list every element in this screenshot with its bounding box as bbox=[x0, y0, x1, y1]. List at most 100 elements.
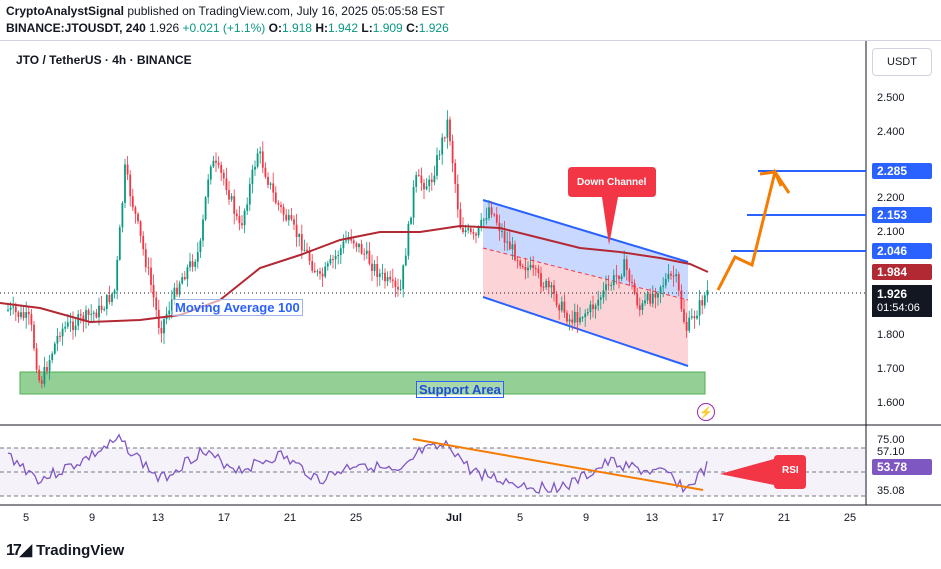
candle-body bbox=[9, 307, 12, 310]
rsi-tick: 35.08 bbox=[877, 485, 905, 497]
candle-body bbox=[293, 219, 295, 225]
x-tick: 25 bbox=[349, 512, 363, 524]
candle-body bbox=[352, 240, 355, 244]
ma-label[interactable]: Moving Average 100 bbox=[172, 299, 303, 316]
symbol-title[interactable]: JTO / TetherUS · 4h · BINANCE bbox=[16, 53, 192, 67]
candle-body bbox=[690, 316, 693, 318]
price-tag-ma[interactable]: 1.984 bbox=[872, 264, 932, 280]
down-channel-label: Down Channel bbox=[577, 177, 647, 188]
candle-body bbox=[469, 228, 472, 233]
candle-body bbox=[274, 192, 277, 203]
candle-body bbox=[64, 326, 67, 329]
candle-body bbox=[467, 228, 470, 231]
currency-button[interactable]: USDT bbox=[872, 48, 932, 76]
candle-body bbox=[404, 255, 407, 266]
candle-body bbox=[537, 268, 540, 274]
candle-body bbox=[586, 312, 589, 314]
candle-body bbox=[105, 295, 108, 310]
candle-body bbox=[124, 164, 126, 203]
rsi-value-tag[interactable]: 53.78 bbox=[872, 459, 932, 475]
lightning-icon[interactable]: ⚡ bbox=[697, 403, 715, 421]
candle-body bbox=[657, 293, 659, 298]
candle-body bbox=[269, 183, 272, 185]
candle-body bbox=[464, 230, 467, 233]
support-area-box[interactable] bbox=[19, 371, 706, 395]
candle-body bbox=[334, 256, 337, 260]
y-tick: 2.400 bbox=[877, 126, 905, 138]
low-label: L: bbox=[361, 21, 373, 35]
candle-body bbox=[441, 137, 444, 155]
candle-body bbox=[412, 186, 415, 218]
candle-body bbox=[514, 244, 516, 261]
candle-body bbox=[389, 276, 392, 280]
candle-body bbox=[137, 213, 139, 222]
price-tag-target-1[interactable]: 2.046 bbox=[872, 243, 932, 259]
candle-body bbox=[501, 230, 503, 232]
candle-body bbox=[129, 174, 132, 197]
candle-body bbox=[272, 183, 275, 193]
publish-info: published on TradingView.com, July 16, 2… bbox=[127, 4, 445, 18]
candle-body bbox=[131, 196, 134, 208]
high-label: H: bbox=[315, 21, 328, 35]
candle-body bbox=[563, 301, 566, 313]
candle-body bbox=[43, 367, 46, 384]
candle-body bbox=[397, 286, 399, 290]
y-tick: 1.800 bbox=[877, 329, 905, 341]
candle-body bbox=[545, 280, 548, 288]
candle-body bbox=[12, 306, 15, 308]
candle-body bbox=[394, 280, 397, 287]
price-tag-target-3[interactable]: 2.285 bbox=[872, 163, 932, 179]
candle-body bbox=[550, 285, 553, 288]
candle-body bbox=[449, 119, 451, 142]
support-area-label[interactable]: Support Area bbox=[416, 381, 504, 398]
candle-body bbox=[378, 273, 381, 277]
candle-body bbox=[677, 274, 680, 291]
candle-body bbox=[649, 293, 652, 304]
candle-body bbox=[456, 183, 459, 210]
candle-body bbox=[568, 319, 571, 322]
candle-body bbox=[610, 285, 613, 287]
candle-body bbox=[163, 319, 165, 334]
candle-body bbox=[27, 311, 30, 315]
candle-body bbox=[51, 353, 54, 361]
candle-body bbox=[150, 267, 152, 285]
candle-body bbox=[280, 204, 282, 207]
author-name[interactable]: CryptoAnalystSignal bbox=[6, 4, 124, 18]
x-tick: 9 bbox=[88, 512, 96, 524]
candle-body bbox=[532, 264, 535, 269]
candle-body bbox=[303, 249, 306, 251]
tradingview-brand[interactable]: 17◢ TradingView bbox=[6, 540, 124, 560]
candle-body bbox=[77, 314, 80, 326]
current-price-tag[interactable]: 1.926 01:54:06 bbox=[872, 285, 932, 317]
candle-body bbox=[599, 297, 602, 300]
candle-body bbox=[61, 328, 64, 337]
candle-body bbox=[698, 300, 701, 316]
candle-body bbox=[542, 286, 545, 288]
candle-body bbox=[285, 214, 288, 221]
x-tick: 5 bbox=[22, 512, 30, 524]
candle-body bbox=[475, 233, 477, 236]
candle-body bbox=[290, 215, 293, 220]
candle-body bbox=[495, 214, 498, 223]
candle-body bbox=[30, 314, 33, 325]
candle-body bbox=[477, 227, 480, 236]
candle-body bbox=[155, 297, 158, 310]
x-tick: 17 bbox=[217, 512, 231, 524]
candle-body bbox=[17, 312, 20, 317]
candle-body bbox=[108, 295, 111, 303]
candle-body bbox=[316, 271, 319, 273]
price-tag-target-2[interactable]: 2.153 bbox=[872, 207, 932, 223]
candle-body bbox=[365, 250, 368, 254]
candle-body bbox=[706, 290, 709, 296]
projection-path[interactable] bbox=[716, 168, 791, 291]
candle-body bbox=[53, 343, 56, 354]
candle-body bbox=[79, 314, 82, 316]
candle-body bbox=[33, 324, 35, 349]
candle-body bbox=[282, 206, 285, 215]
x-tick: 25 bbox=[843, 512, 857, 524]
candle-body bbox=[555, 293, 558, 306]
candle-body bbox=[693, 316, 696, 319]
candle-body bbox=[373, 264, 376, 271]
chart-canvas[interactable] bbox=[0, 41, 941, 535]
candle-body bbox=[35, 348, 38, 370]
